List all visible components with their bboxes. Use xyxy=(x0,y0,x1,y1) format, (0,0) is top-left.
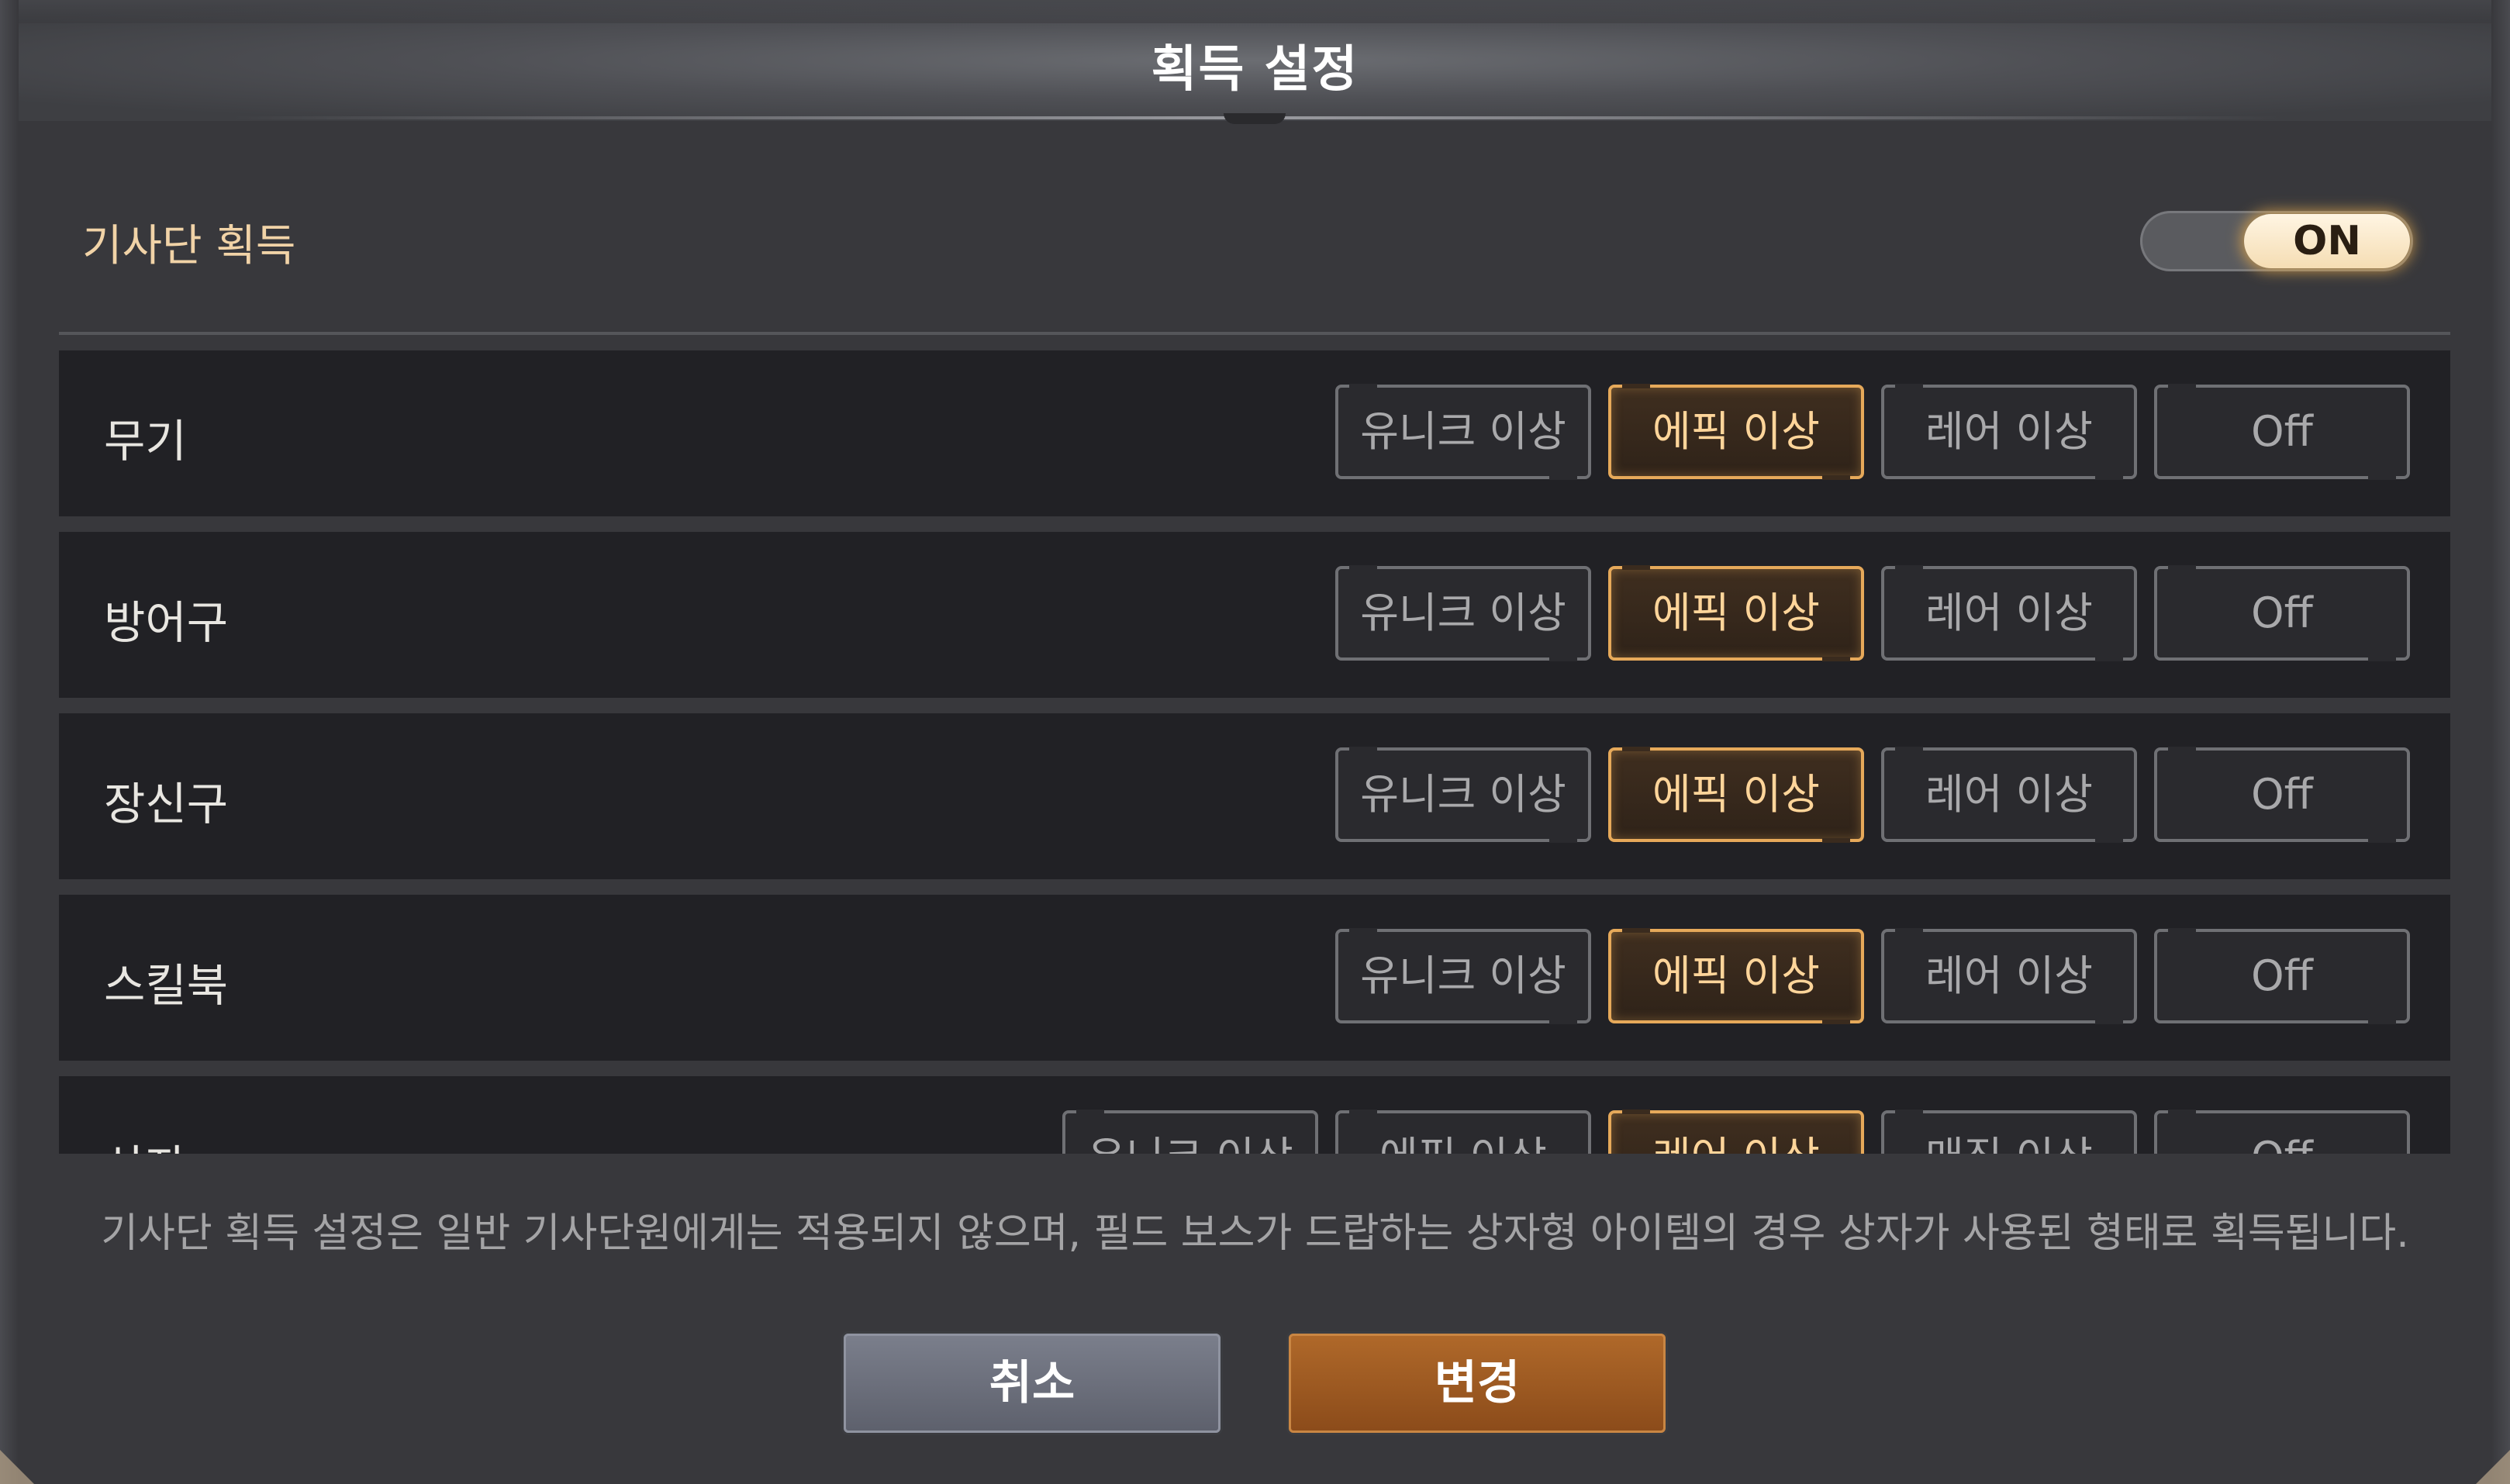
option-unique-button[interactable]: 유니크 이상 xyxy=(1335,747,1591,843)
category-row-weapon: 무기 유니크 이상 에픽 이상 레어 이상 Off xyxy=(59,350,2450,516)
confirm-button[interactable]: 변경 xyxy=(1289,1334,1666,1433)
category-row-armor: 방어구 유니크 이상 에픽 이상 레어 이상 Off xyxy=(59,532,2450,698)
option-epic-button[interactable]: 에픽 이상 xyxy=(1608,384,1864,480)
master-acquire-label: 기사단 획득 xyxy=(82,221,296,271)
corner-ornament-right xyxy=(2476,1450,2510,1484)
category-label: 장신구 xyxy=(104,778,229,830)
option-off-button[interactable]: Off xyxy=(2154,384,2410,480)
corner-ornament-left xyxy=(0,1450,34,1484)
option-off-button[interactable]: Off xyxy=(2154,1110,2410,1154)
category-label: 무기 xyxy=(104,415,187,468)
frame-edge-top xyxy=(0,0,2510,23)
option-off-button[interactable]: Off xyxy=(2154,565,2410,661)
category-list[interactable]: 무기 유니크 이상 에픽 이상 레어 이상 Off 방어구 유니크 이상 에픽 … xyxy=(59,350,2450,1154)
dialog-title: 획득 설정 xyxy=(1151,41,1359,98)
option-epic-button[interactable]: 에픽 이상 xyxy=(1608,747,1864,843)
option-rare-button[interactable]: 레어 이상 xyxy=(1881,565,2137,661)
option-unique-button[interactable]: 유니크 이상 xyxy=(1335,928,1591,1024)
option-rare-button[interactable]: 레어 이상 xyxy=(1881,384,2137,480)
option-epic-button[interactable]: 에픽 이상 xyxy=(1608,928,1864,1024)
option-off-button[interactable]: Off xyxy=(2154,928,2410,1024)
category-row-skillbook: 스킬북 유니크 이상 에픽 이상 레어 이상 Off xyxy=(59,895,2450,1061)
acquisition-settings-dialog: 획득 설정 기사단 획득 ON 무기 유니크 이상 에픽 이상 레어 이상 Of… xyxy=(0,0,2510,1484)
option-epic-button[interactable]: 에픽 이상 xyxy=(1335,1110,1591,1154)
toggle-knob: ON xyxy=(2244,214,2410,268)
section-divider xyxy=(59,332,2450,335)
frame-edge-right xyxy=(2491,0,2510,1484)
option-unique-button[interactable]: 유니크 이상 xyxy=(1062,1110,1318,1154)
category-label: 스킬북 xyxy=(104,959,229,1012)
option-unique-button[interactable]: 유니크 이상 xyxy=(1335,565,1591,661)
cancel-button[interactable]: 취소 xyxy=(844,1334,1220,1433)
option-rare-button[interactable]: 레어 이상 xyxy=(1608,1110,1864,1154)
category-row-accessory: 장신구 유니크 이상 에픽 이상 레어 이상 Off xyxy=(59,713,2450,879)
option-unique-button[interactable]: 유니크 이상 xyxy=(1335,384,1591,480)
category-label: 상자 xyxy=(104,1130,187,1154)
title-notch-ornament xyxy=(1224,113,1286,124)
category-row-box: 상자 유니크 이상 에픽 이상 레어 이상 매직 이상 Off xyxy=(59,1076,2450,1154)
master-acquire-toggle[interactable]: ON xyxy=(2140,211,2413,271)
category-label: 방어구 xyxy=(104,596,229,649)
option-rare-button[interactable]: 레어 이상 xyxy=(1881,928,2137,1024)
option-magic-button[interactable]: 매직 이상 xyxy=(1881,1110,2137,1154)
notice-text: 기사단 획득 설정은 일반 기사단원에게는 적용되지 않으며, 필드 보스가 드… xyxy=(101,1210,2409,1257)
option-epic-button[interactable]: 에픽 이상 xyxy=(1608,565,1864,661)
option-off-button[interactable]: Off xyxy=(2154,747,2410,843)
option-rare-button[interactable]: 레어 이상 xyxy=(1881,747,2137,843)
frame-edge-left xyxy=(0,0,19,1484)
